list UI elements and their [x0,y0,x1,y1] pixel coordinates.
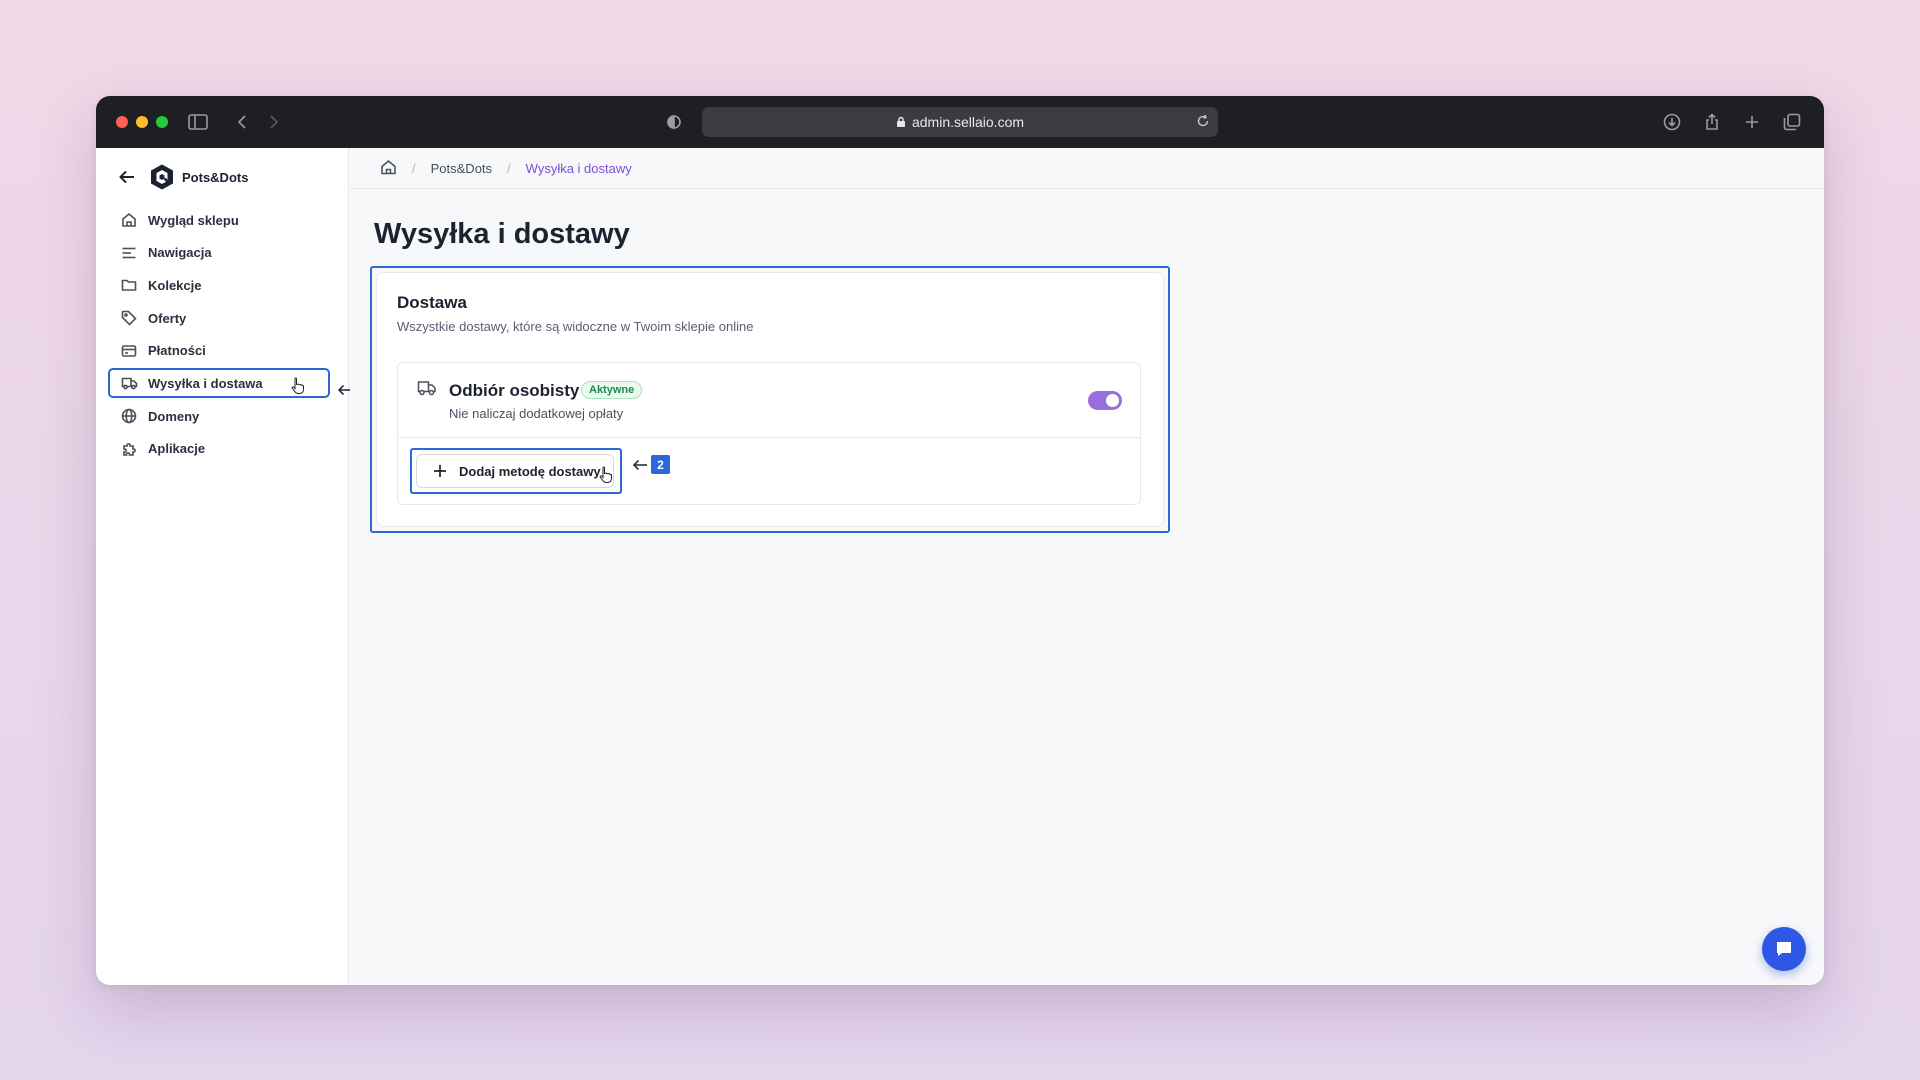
globe-icon [120,407,138,425]
breadcrumb-separator: / [507,160,511,176]
url-text: admin.sellaio.com [911,114,1025,130]
sidebar-item-domains[interactable]: Domeny [108,401,330,431]
method-description: Nie naliczaj dodatkowej opłaty [449,406,624,421]
sidebar-item-label: Kolekcje [148,277,202,293]
sidebar-item-label: Oferty [148,310,187,326]
tag-icon [120,309,138,327]
plus-icon [433,464,447,478]
back-nav-icon[interactable] [230,110,254,134]
browser-toolbar: admin.sellaio.com [96,96,1824,148]
puzzle-icon [120,440,138,458]
store-logo-icon [148,163,176,191]
main-content: / Pots&Dots / Wysyłka i dostawy Wysyłka … [350,148,1824,985]
sidebar-item-collections[interactable]: Kolekcje [108,270,330,300]
step-2-annotation: 2 [631,455,670,474]
chat-support-button[interactable] [1762,927,1806,971]
new-tab-icon[interactable] [1740,110,1764,134]
menu-lines-icon [120,244,138,262]
download-icon[interactable] [1660,110,1684,134]
hand-cursor-icon [599,466,612,483]
add-button-label: Dodaj metodę dostawy [459,463,601,479]
sidebar-item-label: Nawigacja [148,245,212,261]
breadcrumb-current: Wysyłka i dostawy [525,160,632,176]
toggle-knob [1106,394,1119,407]
minimize-window-button[interactable] [136,116,148,128]
sidebar-item-label: Wysyłka i dostawa [148,375,263,391]
credit-card-icon [120,342,138,360]
window-controls [116,116,168,128]
status-badge: Aktywne [581,381,643,399]
sidebar-item-label: Domeny [148,408,200,424]
delivery-card: Dostawa Wszystkie dostawy, które są wido… [376,272,1164,527]
sidebar-item-label: Wygląd sklepu [148,212,239,228]
tabs-overview-icon[interactable] [1780,110,1804,134]
card-title: Dostawa [397,293,467,312]
breadcrumb: / Pots&Dots / Wysyłka i dostawy [350,148,1824,189]
method-name: Odbiór osobisty [449,381,580,400]
breadcrumb-store[interactable]: Pots&Dots [431,161,492,176]
sidebar-item-offers[interactable]: Oferty [108,303,330,333]
breadcrumb-separator: / [412,160,416,176]
lock-icon [896,116,906,128]
sidebar-nav: Wygląd sklepu Nawigacja Kolekcje Oferty … [108,205,330,467]
sidebar-item-store-appearance[interactable]: Wygląd sklepu [108,205,330,235]
home-icon [120,211,138,229]
step-number: 2 [651,455,670,474]
sidebar-item-payments[interactable]: Płatności [108,336,330,366]
add-delivery-method-button[interactable]: Dodaj metodę dostawy [416,454,614,488]
back-arrow-icon[interactable] [118,166,140,188]
truck-icon [120,374,138,392]
sidebar-item-label: Aplikacje [148,441,206,457]
page-title: Wysyłka i dostawy [374,218,630,250]
truck-icon [417,379,437,402]
sidebar-toggle-icon[interactable] [186,110,210,134]
maximize-window-button[interactable] [156,116,168,128]
share-icon[interactable] [1700,110,1724,134]
left-arrow-icon [632,459,647,470]
forward-nav-icon[interactable] [262,110,286,134]
chat-bubble-icon [1777,942,1791,956]
folder-icon [120,276,138,294]
browser-window: admin.sellaio.com Pots&Dots Wygląd sklep… [96,96,1824,985]
sidebar: Pots&Dots Wygląd sklepu Nawigacja Kolekc… [96,148,349,985]
sidebar-item-label: Płatności [148,343,206,359]
store-name: Pots&Dots [182,169,249,185]
sidebar-item-shipping[interactable]: Wysyłka i dostawa [108,368,330,399]
delivery-method-row[interactable]: Odbiór osobisty Aktywne Nie naliczaj dod… [398,363,1140,438]
store-header: Pots&Dots [118,162,248,192]
privacy-shield-icon[interactable] [662,110,686,134]
hand-cursor-icon [291,377,304,395]
card-subtitle: Wszystkie dostawy, które są widoczne w T… [397,319,754,334]
method-enabled-toggle[interactable] [1088,391,1122,410]
sidebar-item-apps[interactable]: Aplikacje [108,434,330,464]
sidebar-item-navigation[interactable]: Nawigacja [108,238,330,268]
close-window-button[interactable] [116,116,128,128]
reload-icon[interactable] [1196,114,1210,128]
address-bar[interactable]: admin.sellaio.com [702,107,1218,137]
home-icon[interactable] [380,159,397,178]
